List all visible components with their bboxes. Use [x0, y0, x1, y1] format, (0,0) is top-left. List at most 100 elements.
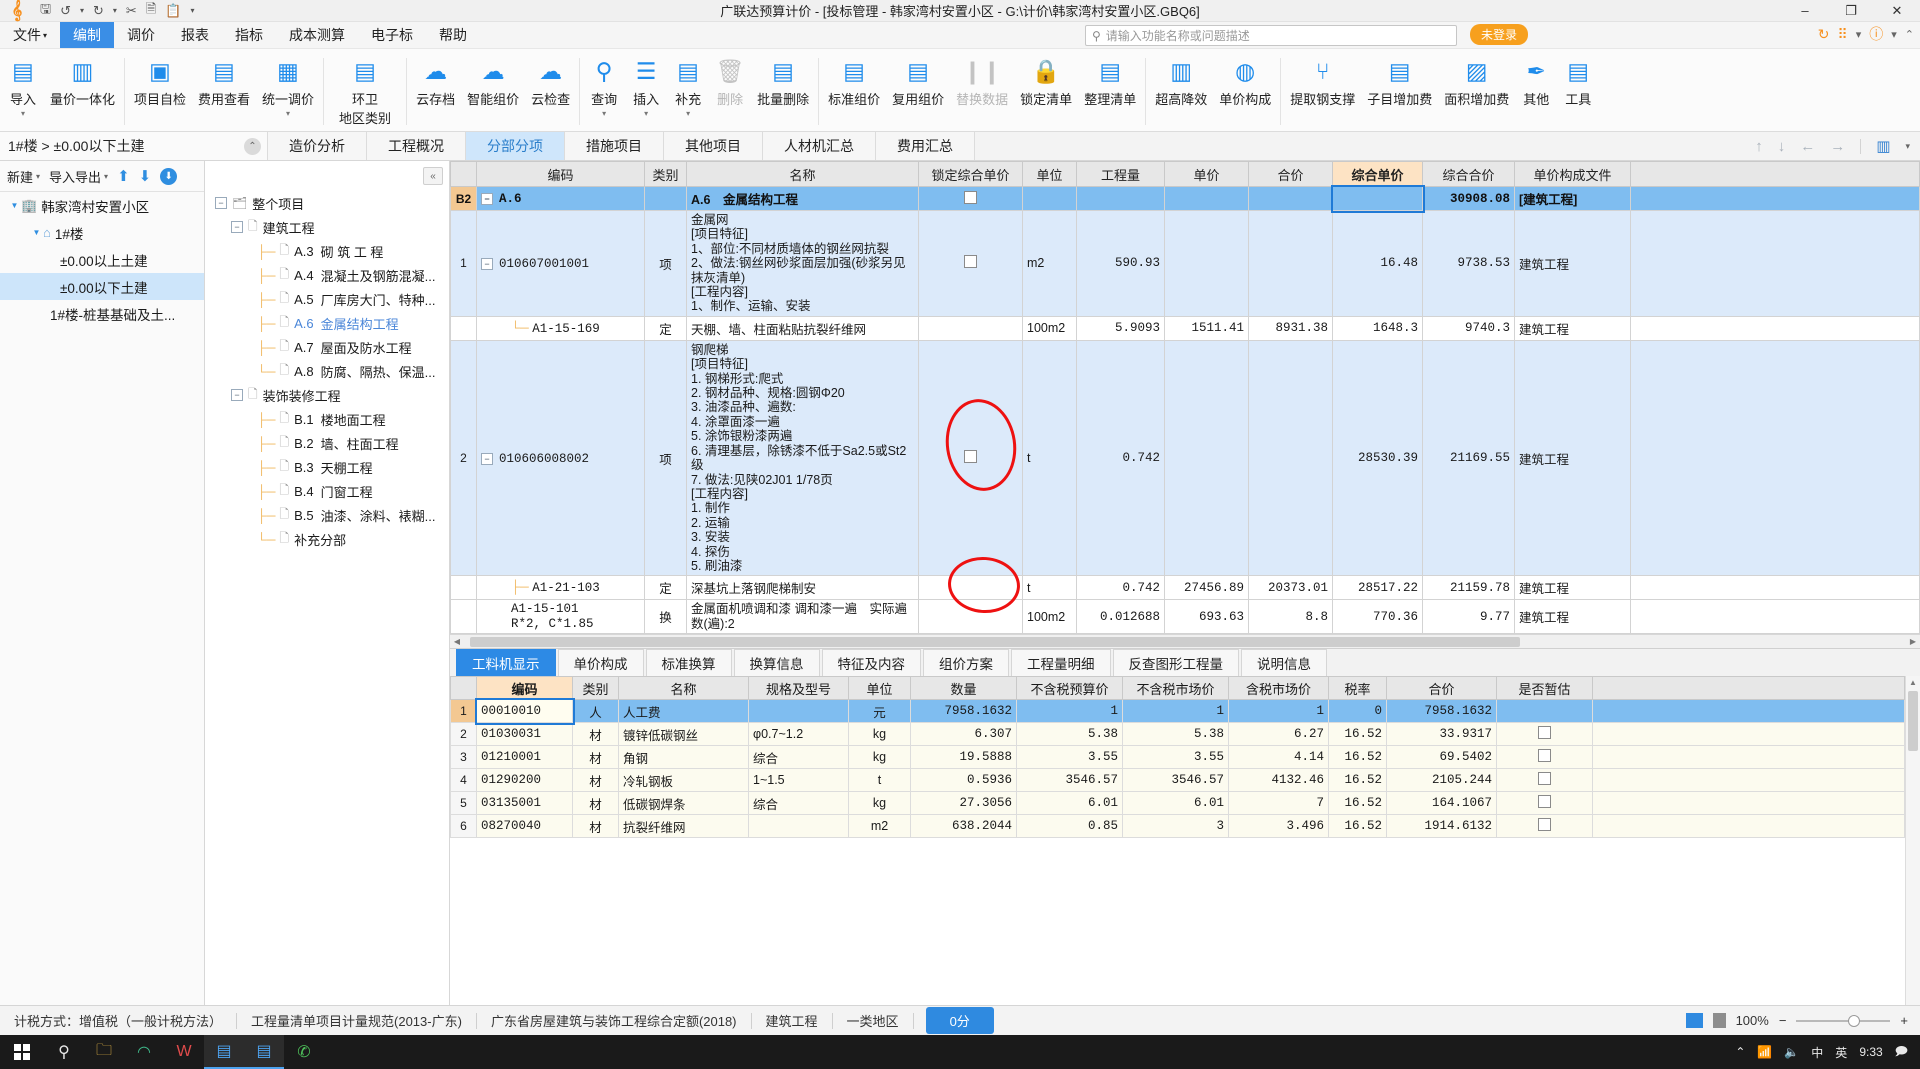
- ribbon-button-cost-view[interactable]: ▤ 费用查看: [192, 52, 256, 108]
- chevron-down-icon[interactable]: ▾: [104, 172, 108, 181]
- cell-comprehensive-unit-price[interactable]: [1330, 184, 1425, 213]
- tab-features-content[interactable]: 特征及内容: [821, 649, 921, 677]
- estimate-checkbox[interactable]: [1538, 726, 1551, 740]
- col-is-estimated[interactable]: 是否暂估: [1496, 676, 1593, 701]
- arrow-left-icon[interactable]: ←: [1800, 138, 1815, 155]
- scroll-right-icon[interactable]: ▶: [1906, 637, 1920, 646]
- table-row[interactable]: 3 01210001 材 角钢 综合 kg 19.5888 3.55 3.55 …: [450, 745, 1905, 770]
- table-row[interactable]: 6 08270040 材 抗裂纤维网 m2 638.2044 0.85 3 3.…: [450, 814, 1905, 839]
- ribbon-button-smart-pricing[interactable]: ☁ 智能组价: [461, 52, 525, 108]
- arrow-down-icon[interactable]: ↓: [1778, 138, 1786, 155]
- col-comprehensive-unit-price[interactable]: 综合单价: [1332, 161, 1423, 187]
- ribbon-button-lock-list[interactable]: 🔒 锁定清单: [1014, 52, 1078, 108]
- detail-tabs[interactable]: 工料机显示 单价构成 标准换算 换算信息 特征及内容 组价方案 工程量明细 反查…: [450, 649, 1920, 677]
- cell-code[interactable]: └─ A1-15-169: [476, 315, 645, 341]
- view-mode-single-icon[interactable]: [1712, 1013, 1726, 1028]
- cell-code[interactable]: 00010010: [474, 697, 575, 725]
- cut-icon[interactable]: ✂: [126, 3, 137, 19]
- cell-lock[interactable]: [918, 339, 1023, 577]
- estimate-checkbox[interactable]: [1538, 772, 1551, 786]
- col-quantity[interactable]: 数量: [910, 676, 1017, 701]
- help-caret-icon[interactable]: ▾: [1891, 28, 1897, 41]
- tree-node-pile-foundation[interactable]: 1#楼-桩基基础及土...: [0, 300, 204, 327]
- table-row[interactable]: A1-15-101 R*2, C*1.85 换 金属面机喷调和漆 调和漆一遍 实…: [450, 599, 1920, 635]
- tab-labor-material-summary[interactable]: 人材机汇总: [763, 132, 876, 160]
- scroll-up-icon[interactable]: ▲: [1909, 676, 1917, 689]
- section-node-a6[interactable]: ├─ 🗋 A.6 金属结构工程: [205, 311, 449, 335]
- maximize-button[interactable]: ❐: [1828, 3, 1874, 19]
- tab-measures[interactable]: 措施项目: [565, 132, 664, 160]
- scrollbar-thumb[interactable]: [1908, 691, 1918, 752]
- expander-icon[interactable]: −: [231, 221, 243, 233]
- section-node-a4[interactable]: ├─ 🗋 A.4 混凝土及钢筋混凝...: [205, 263, 449, 287]
- col-rownum[interactable]: [450, 161, 477, 187]
- col-comprehensive-total[interactable]: 综合合价: [1422, 161, 1515, 187]
- tab-unit-price-composition[interactable]: 单价构成: [557, 649, 644, 677]
- col-name[interactable]: 名称: [618, 676, 749, 701]
- ribbon-button-import[interactable]: ▤ 导入 ▾: [2, 52, 44, 118]
- ribbon-button-cloud-check[interactable]: ☁ 云检查: [525, 52, 576, 108]
- redo-caret-icon[interactable]: ▾: [113, 6, 117, 15]
- menu-item-edit[interactable]: 编制: [60, 22, 115, 48]
- col-total[interactable]: 合价: [1386, 676, 1497, 701]
- ribbon-button-query[interactable]: ⚲ 查询 ▾: [583, 52, 625, 118]
- tab-project-overview[interactable]: 工程概况: [367, 132, 466, 160]
- grid-nav-controls[interactable]: ↑ ↓ ← → ▥ ▾: [1755, 132, 1920, 160]
- ribbon-button-batch-delete[interactable]: ▤ 批量删除: [751, 52, 815, 108]
- ribbon-button-sanitation[interactable]: ▤ 环卫 地区类别: [327, 52, 403, 127]
- minimize-button[interactable]: –: [1782, 3, 1828, 18]
- ribbon-button-unified-price[interactable]: ▦ 统一调价 ▾: [256, 52, 320, 118]
- tab-cost-analysis[interactable]: 造价分析: [268, 132, 367, 160]
- cell-code[interactable]: 03135001: [476, 791, 573, 816]
- lock-checkbox[interactable]: [964, 255, 977, 269]
- project-pane-toolbar[interactable]: 新建 ▾ 导入导出 ▾ ⬆ ⬇ ⬇: [0, 161, 204, 192]
- section-node-a5[interactable]: ├─ 🗋 A.5 厂库房大门、特种...: [205, 287, 449, 311]
- main-grid-hscrollbar[interactable]: ◀ ▶: [450, 634, 1920, 649]
- scrollbar-thumb[interactable]: [470, 636, 1520, 647]
- table-row[interactable]: 4 01290200 材 冷轧钢板 1~1.5 t 0.5936 3546.57…: [450, 768, 1905, 793]
- status-right-controls[interactable]: 100% − +: [1685, 1013, 1920, 1028]
- tab-description-info[interactable]: 说明信息: [1241, 649, 1327, 677]
- help-circle-icon[interactable]: ⓘ: [1869, 24, 1883, 44]
- ribbon-button-self-check[interactable]: ▣ 项目自检: [128, 52, 192, 108]
- expander-icon[interactable]: −: [481, 452, 493, 465]
- score-badge[interactable]: 0分: [925, 1007, 994, 1034]
- zoom-out-button[interactable]: −: [1779, 1013, 1787, 1028]
- ribbon-button-other[interactable]: ✒ 其他: [1515, 52, 1557, 108]
- menu-item-adjust-price[interactable]: 调价: [114, 22, 168, 48]
- copy-icon[interactable]: 🗎: [146, 0, 156, 22]
- col-name[interactable]: 名称: [686, 161, 919, 187]
- nav-tabs[interactable]: 造价分析 工程概况 分部分项 措施项目 其他项目 人材机汇总 费用汇总: [268, 132, 975, 160]
- cell-code[interactable]: 01210001: [476, 745, 573, 770]
- ribbon-button-unit-price-composition[interactable]: ◍ 单价构成: [1213, 52, 1277, 108]
- estimate-checkbox[interactable]: [1538, 795, 1551, 809]
- section-node-b2[interactable]: ├─ 🗋 B.2 墙、柱面工程: [205, 431, 449, 455]
- tab-labor-material-machine[interactable]: 工料机显示: [456, 649, 556, 677]
- network-icon[interactable]: 📶: [1757, 1045, 1772, 1059]
- download-icon[interactable]: ⬇: [160, 167, 178, 185]
- ribbon-button-reuse-pricing[interactable]: ▤ 复用组价: [886, 52, 950, 108]
- section-node-building-works[interactable]: − 🗋 建筑工程: [205, 215, 449, 239]
- col-category[interactable]: 类别: [644, 161, 687, 187]
- taskbar-wechat-icon[interactable]: ✆: [284, 1035, 324, 1069]
- window-controls[interactable]: – ❐ ✕: [1782, 3, 1920, 19]
- settings-icon[interactable]: ▥: [1876, 137, 1890, 155]
- estimate-checkbox[interactable]: [1538, 818, 1551, 832]
- table-row[interactable]: 1 −010607001001 项 金属网 [项目特征] 1、部位:不同材质墙体…: [450, 210, 1920, 317]
- scrollbar-track[interactable]: [464, 636, 1906, 647]
- tree-node-building-1[interactable]: ▼ ⌂ 1#楼: [0, 219, 204, 246]
- cell-code[interactable]: ├─ A1-21-103: [476, 575, 645, 601]
- section-node-b1[interactable]: ├─ 🗋 B.1 楼地面工程: [205, 407, 449, 431]
- table-row[interactable]: ├─ A1-21-103 定 深基坑上落钢爬梯制安 t 0.742 27456.…: [450, 575, 1920, 601]
- table-row[interactable]: 2 −010606008002 项 钢爬梯 [项目特征] 1. 钢梯形式:爬式 …: [450, 339, 1920, 577]
- col-lock-comprehensive-price[interactable]: 锁定综合单价: [918, 161, 1023, 187]
- table-row[interactable]: 5 03135001 材 低碳钢焊条 综合 kg 27.3056 6.01 6.…: [450, 791, 1905, 816]
- section-node-a3[interactable]: ├─ 🗋 A.3 砌 筑 工 程: [205, 239, 449, 263]
- ribbon-button-organize-list[interactable]: ▤ 整理清单: [1078, 52, 1142, 108]
- tab-fee-summary[interactable]: 费用汇总: [876, 132, 975, 160]
- col-budget-price-excl-tax[interactable]: 不含税预算价: [1016, 676, 1123, 701]
- chevron-down-icon[interactable]: ▾: [36, 172, 40, 181]
- subitem-table[interactable]: 编码 类别 名称 锁定综合单价 单位 工程量 单价 合价 综合单价 综合合价 单…: [450, 161, 1920, 635]
- ime-indicator[interactable]: 中: [1811, 1044, 1823, 1061]
- chevron-down-icon[interactable]: ▾: [1905, 141, 1910, 152]
